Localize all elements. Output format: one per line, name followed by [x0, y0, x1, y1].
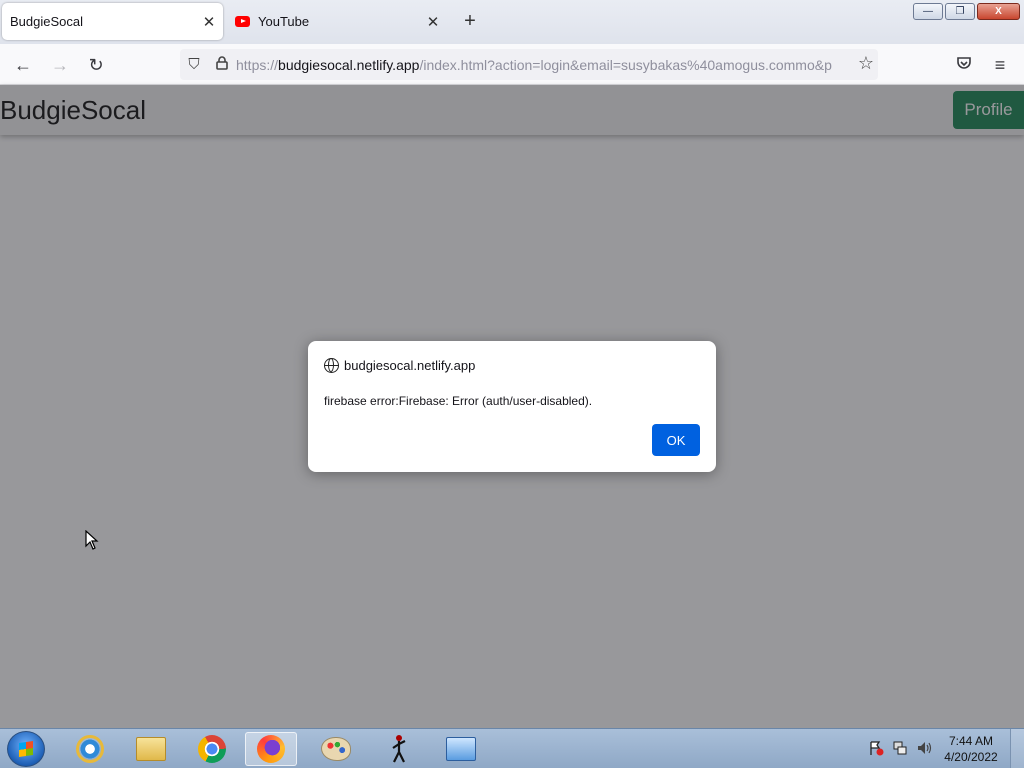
close-window-button[interactable]: X [977, 3, 1020, 20]
nav-toolbar: ← → ↻ ⛉ https://budgiesocal.netlify.app/… [0, 44, 1024, 85]
taskbar-clock[interactable]: 7:44 AM 4/20/2022 [940, 733, 1002, 765]
minimize-button[interactable]: — [913, 3, 943, 20]
pocket-icon[interactable] [951, 52, 977, 78]
restore-button[interactable]: ❐ [945, 3, 975, 20]
tab-close-icon[interactable]: ✕ [419, 13, 447, 31]
lock-icon[interactable] [208, 55, 236, 74]
dialog-origin: budgiesocal.netlify.app [324, 358, 475, 373]
url-scheme: https:// [236, 56, 279, 73]
stick-figure-icon [392, 735, 406, 763]
globe-icon [324, 358, 339, 373]
taskbar-control-panel[interactable] [435, 732, 487, 766]
forward-button[interactable]: → [47, 52, 73, 78]
reload-button[interactable]: ↻ [83, 52, 109, 78]
action-center-flag-icon[interactable] [868, 740, 884, 759]
dialog-message: firebase error:Firebase: Error (auth/use… [324, 394, 593, 408]
clock-time: 7:44 AM [948, 734, 994, 748]
start-button[interactable] [7, 731, 45, 767]
chrome-icon [198, 735, 226, 763]
folder-icon [136, 737, 166, 761]
url-bar[interactable]: ⛉ https://budgiesocal.netlify.app/index.… [180, 49, 878, 80]
menu-icon[interactable]: ≡ [987, 52, 1013, 78]
taskbar-stick-figure-app[interactable] [373, 732, 425, 766]
network-icon[interactable] [892, 740, 908, 759]
system-tray: 7:44 AM 4/20/2022 [868, 729, 1024, 768]
taskbar-chrome[interactable] [186, 732, 238, 766]
clock-date: 4/20/2022 [944, 750, 998, 764]
volume-icon[interactable] [916, 740, 932, 759]
taskbar-file-explorer[interactable] [125, 732, 177, 766]
window-controls: — ❐ X [913, 3, 1020, 20]
firefox-icon [257, 735, 285, 763]
taskbar-internet-explorer[interactable] [64, 732, 116, 766]
alert-dialog: budgiesocal.netlify.app firebase error:F… [308, 341, 716, 472]
tracking-shield-icon[interactable]: ⛉ [180, 56, 208, 73]
tab-close-icon[interactable]: ✕ [195, 13, 223, 31]
tab-title: YouTube [258, 14, 310, 29]
tab-title: BudgieSocal [10, 14, 83, 29]
back-button[interactable]: ← [10, 52, 36, 78]
new-tab-button[interactable]: + [459, 10, 481, 32]
url-host: budgiesocal.netlify.app [278, 56, 420, 73]
taskbar-paint[interactable] [310, 732, 362, 766]
paint-palette-icon [321, 737, 351, 761]
tab-budgiesocal[interactable]: BudgieSocal ✕ [2, 3, 223, 40]
internet-explorer-icon [76, 735, 104, 763]
taskbar: 7:44 AM 4/20/2022 [0, 728, 1024, 768]
control-panel-icon [446, 737, 476, 761]
youtube-icon [235, 16, 250, 27]
tab-strip: BudgieSocal ✕ YouTube ✕ + — ❐ X [0, 0, 1024, 44]
dialog-origin-text: budgiesocal.netlify.app [344, 358, 476, 373]
url-path: /index.html?action=login&email=susybakas… [419, 56, 832, 73]
url-text[interactable]: https://budgiesocal.netlify.app/index.ht… [236, 57, 832, 73]
ok-button[interactable]: OK [652, 424, 700, 456]
tab-youtube[interactable]: YouTube ✕ [229, 3, 447, 40]
taskbar-firefox[interactable] [245, 732, 297, 766]
bookmark-star-icon[interactable]: ☆ [858, 53, 874, 74]
show-desktop-button[interactable] [1010, 729, 1024, 768]
